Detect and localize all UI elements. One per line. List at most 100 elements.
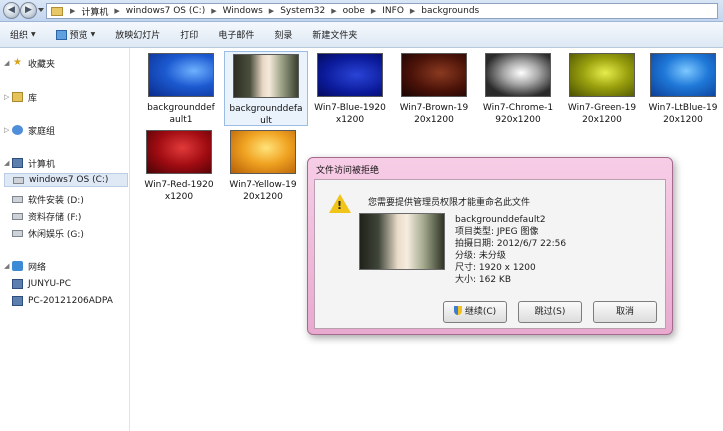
chevron-right-icon[interactable]: ▶ [111, 7, 122, 15]
file-rating: 分级: 未分级 [455, 251, 506, 261]
caret-icon[interactable]: ▷ [4, 93, 12, 101]
sidebar-item-label: 资料存储 (F:) [28, 212, 82, 223]
breadcrumb-windows[interactable]: Windows [220, 6, 266, 16]
recent-pages-dropdown-icon[interactable] [38, 8, 44, 12]
file-tile[interactable]: Win7-Brown-19 20x1200 [392, 53, 476, 126]
organize-menu[interactable]: 组织 ▼ [0, 28, 46, 41]
chevron-right-icon[interactable]: ▶ [368, 7, 379, 15]
back-button[interactable]: ◀ [3, 2, 20, 19]
exclamation-icon: ! [337, 199, 343, 212]
sidebar-item-favorites[interactable]: ◢ ★ 收藏夹 [4, 56, 55, 70]
cancel-button[interactable]: 取消 [593, 301, 657, 323]
sidebar-item-libraries[interactable]: ▷ 库 [4, 90, 37, 104]
dialog-body: ! 您需要提供管理员权限才能重命名此文件 backgrounddefault2 … [314, 179, 666, 329]
file-tile[interactable]: Win7-LtBlue-19 20x1200 [641, 53, 723, 126]
chevron-down-icon: ▼ [90, 31, 96, 38]
caret-icon[interactable]: ◢ [4, 159, 12, 167]
image-thumbnail [485, 53, 551, 97]
sidebar-item-homegroup[interactable]: ▷ 家庭组 [4, 123, 55, 137]
breadcrumb[interactable]: ▶ 计算机 ▶ windows7 OS (C:) ▶ Windows ▶ Sys… [46, 3, 718, 19]
breadcrumb-backgrounds[interactable]: backgrounds [418, 6, 482, 16]
breadcrumb-drive-c[interactable]: windows7 OS (C:) [123, 6, 208, 16]
image-thumbnail [650, 53, 716, 97]
continue-button[interactable]: 继续(C) [443, 301, 507, 323]
navigation-pane: ◢ ★ 收藏夹 ▷ 库 ▷ 家庭组 ◢ 计算机 windows7 OS (C:)… [0, 48, 130, 431]
slideshow-button[interactable]: 放映幻灯片 [105, 28, 170, 41]
sidebar-item-network[interactable]: ◢ 网络 [4, 259, 46, 273]
print-button[interactable]: 打印 [170, 28, 208, 41]
chevron-down-icon: ▼ [31, 31, 36, 38]
sidebar-item-label: 软件安装 (D:) [28, 195, 84, 206]
file-tile[interactable]: Win7-Green-19 20x1200 [560, 53, 644, 126]
file-name: Win7-Green-19 20x1200 [567, 103, 637, 125]
sidebar-item-label: 收藏夹 [28, 59, 56, 70]
caret-icon[interactable]: ▷ [4, 126, 12, 134]
sidebar-item-pc-20121206adpa[interactable]: PC-20121206ADPA [4, 294, 113, 308]
drive-icon [12, 212, 23, 220]
sidebar-item-drive-f[interactable]: 资料存储 (F:) [4, 209, 81, 223]
uac-shield-icon [453, 306, 462, 315]
file-tile[interactable]: Win7-Chrome-1 920x1200 [476, 53, 560, 126]
dialog-title: 文件访问被拒绝 [316, 166, 380, 176]
sidebar-item-label: 网络 [28, 262, 47, 273]
breadcrumb-oobe[interactable]: oobe [340, 6, 368, 16]
folder-icon [51, 6, 63, 16]
caret-icon[interactable]: ◢ [4, 262, 12, 270]
computer-icon [12, 296, 23, 306]
file-tile[interactable]: Win7-Blue-1920 x1200 [308, 53, 392, 126]
breadcrumb-system32[interactable]: System32 [277, 6, 328, 16]
image-thumbnail [146, 130, 212, 174]
file-preview-thumbnail [359, 213, 445, 270]
sidebar-item-computer[interactable]: ◢ 计算机 [4, 156, 55, 170]
skip-button[interactable]: 跳过(S) [518, 301, 582, 323]
chevron-right-icon[interactable]: ▶ [266, 7, 277, 15]
image-thumbnail [148, 53, 214, 97]
preview-icon [55, 29, 67, 40]
sidebar-item-label: 休闲娱乐 (G:) [28, 229, 84, 240]
file-name: Win7-Yellow-19 20x1200 [229, 180, 297, 202]
file-tile[interactable]: Win7-Red-1920 x1200 [137, 130, 221, 203]
access-denied-dialog: 文件访问被拒绝 ! 您需要提供管理员权限才能重命名此文件 backgroundd… [307, 157, 673, 335]
file-name: Win7-Blue-1920 x1200 [314, 103, 386, 125]
drive-icon [12, 195, 23, 203]
file-tile[interactable]: backgrounddef ault1 [139, 53, 223, 126]
file-size: 大小: 162 KB [455, 275, 512, 285]
file-name: Win7-Chrome-1 920x1200 [482, 103, 554, 125]
continue-label: 继续(C) [464, 307, 497, 317]
preview-menu[interactable]: 预览 ▼ [46, 28, 106, 41]
email-button[interactable]: 电子邮件 [208, 28, 264, 41]
sidebar-item-drive-g[interactable]: 休闲娱乐 (G:) [4, 226, 84, 240]
forward-button[interactable]: ▶ [20, 2, 37, 19]
drive-icon [13, 176, 24, 184]
organize-label: 组织 [10, 31, 29, 41]
drive-icon [12, 229, 23, 237]
chevron-right-icon[interactable]: ▶ [328, 7, 339, 15]
sidebar-item-label: PC-20121206ADPA [28, 296, 113, 306]
file-dimensions: 尺寸: 1920 x 1200 [455, 263, 536, 273]
image-thumbnail [230, 130, 296, 174]
chevron-right-icon[interactable]: ▶ [67, 7, 78, 15]
chevron-right-icon[interactable]: ▶ [407, 7, 418, 15]
image-thumbnail [317, 53, 383, 97]
sidebar-item-label: JUNYU-PC [28, 279, 72, 289]
sidebar-item-drive-d[interactable]: 软件安装 (D:) [4, 192, 84, 206]
chevron-right-icon[interactable]: ▶ [208, 7, 219, 15]
file-date: 拍摄日期: 2012/6/7 22:56 [455, 239, 567, 249]
breadcrumb-computer[interactable]: 计算机 [78, 5, 111, 18]
burn-button[interactable]: 刻录 [264, 28, 302, 41]
caret-icon[interactable]: ◢ [4, 59, 12, 67]
preview-label: 预览 [69, 31, 88, 41]
file-tile[interactable]: Win7-Yellow-19 20x1200 [221, 130, 305, 203]
sidebar-item-drive-c[interactable]: windows7 OS (C:) [4, 173, 128, 187]
sidebar-item-junyu-pc[interactable]: JUNYU-PC [4, 277, 71, 291]
file-name: Win7-Red-1920 x1200 [144, 180, 214, 202]
homegroup-icon [12, 125, 23, 135]
file-type: 项目类型: JPEG 图像 [455, 227, 539, 237]
sidebar-item-label: 家庭组 [28, 126, 56, 137]
file-name: backgrounddefa ult [229, 104, 303, 126]
new-folder-button[interactable]: 新建文件夹 [302, 28, 367, 41]
command-bar: 组织 ▼ 预览 ▼ 放映幻灯片 打印 电子邮件 刻录 新建文件夹 [0, 22, 723, 48]
breadcrumb-info[interactable]: INFO [379, 6, 407, 16]
file-tile[interactable]: backgrounddefa ult [224, 51, 308, 126]
file-name: Win7-LtBlue-19 20x1200 [648, 103, 718, 125]
